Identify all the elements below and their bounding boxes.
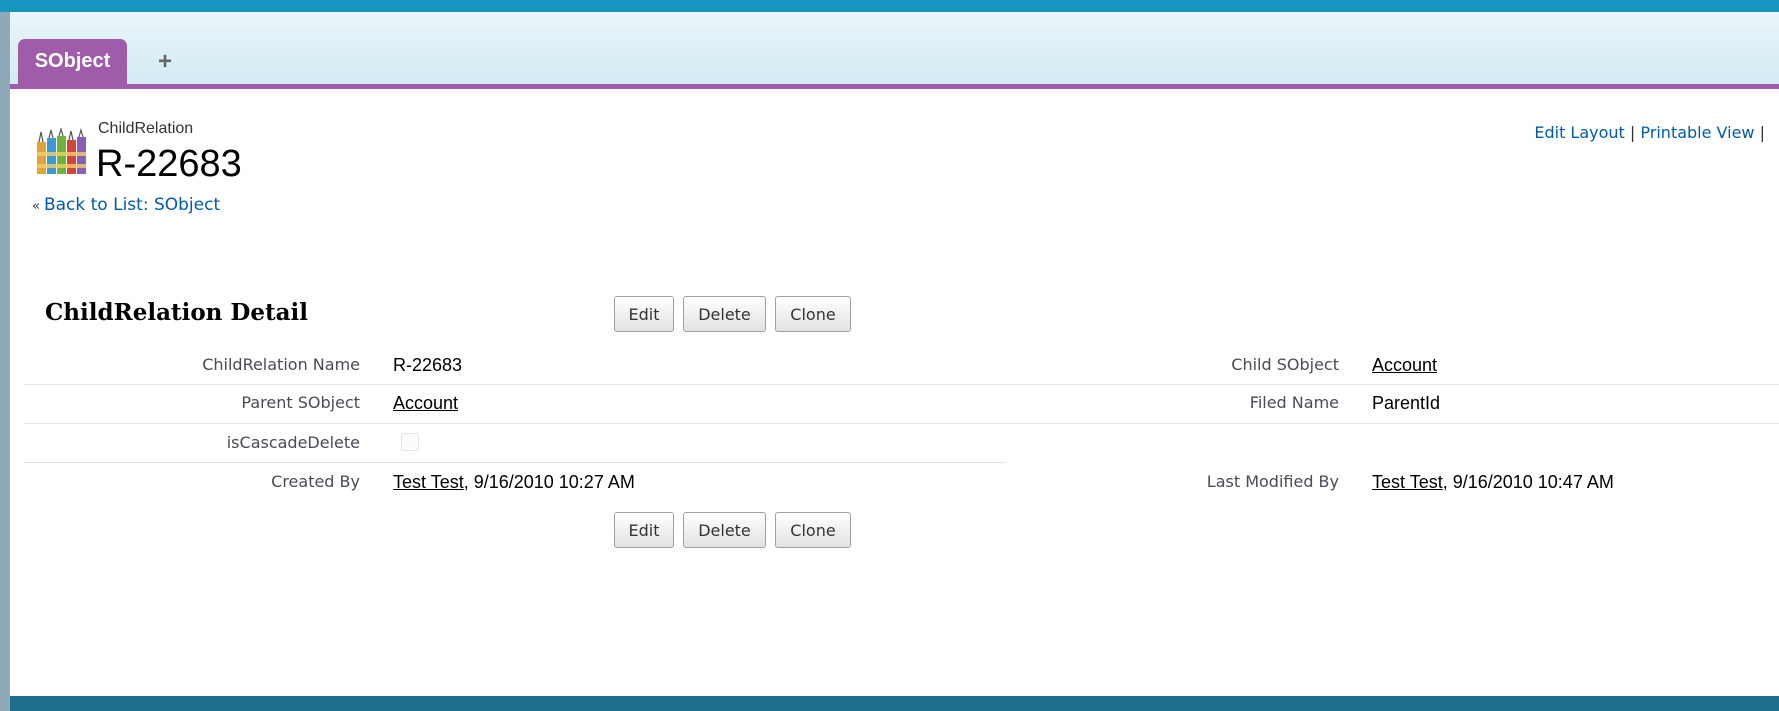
link-separator: | bbox=[1629, 123, 1636, 142]
edit-button[interactable]: Edit bbox=[614, 296, 674, 332]
parent-sobject-label: Parent SObject bbox=[241, 393, 360, 412]
back-to-list: « Back to List: SObject bbox=[32, 195, 220, 215]
tab-sobject[interactable]: SObject bbox=[18, 39, 127, 84]
edit-layout-link[interactable]: Edit Layout bbox=[1534, 123, 1624, 142]
created-by-label: Created By bbox=[271, 472, 360, 491]
delete-button[interactable]: Delete bbox=[683, 512, 766, 548]
printable-view-link[interactable]: Printable View bbox=[1640, 123, 1754, 142]
filed-name-value: ParentId bbox=[1372, 393, 1441, 413]
row-divider bbox=[24, 423, 1779, 424]
iscascadedelete-label: isCascadeDelete bbox=[226, 433, 360, 452]
edit-button[interactable]: Edit bbox=[614, 512, 674, 548]
last-modified-by-label: Last Modified By bbox=[1206, 472, 1339, 491]
back-to-list-link[interactable]: Back to List: SObject bbox=[44, 195, 220, 215]
childrelation-name-value: R-22683 bbox=[393, 355, 463, 375]
row-divider bbox=[24, 384, 1779, 385]
created-by-user-link[interactable]: Test Test bbox=[393, 472, 464, 492]
bottom-bar bbox=[10, 696, 1779, 711]
record-title: R-22683 bbox=[96, 143, 242, 185]
last-modified-by-user-link[interactable]: Test Test bbox=[1372, 472, 1443, 492]
link-separator: | bbox=[1759, 123, 1765, 142]
row-divider bbox=[24, 462, 1005, 463]
clone-button[interactable]: Clone bbox=[775, 296, 851, 332]
last-modified-by-date: , 9/16/2010 10:47 AM bbox=[1442, 472, 1614, 492]
parent-sobject-value: Account bbox=[393, 393, 458, 414]
last-modified-by-value: Test Test, 9/16/2010 10:47 AM bbox=[1372, 472, 1614, 493]
childrelation-object-icon bbox=[37, 128, 86, 174]
delete-button[interactable]: Delete bbox=[683, 296, 766, 332]
section-title: ChildRelation Detail bbox=[45, 299, 308, 326]
header-links: Edit Layout | Printable View | bbox=[1534, 123, 1765, 142]
clone-button[interactable]: Clone bbox=[775, 512, 851, 548]
iscascadedelete-checkbox bbox=[401, 433, 419, 451]
child-sobject-value: Account bbox=[1372, 355, 1437, 376]
filed-name-label: Filed Name bbox=[1249, 393, 1339, 412]
childrelation-name-label: ChildRelation Name bbox=[202, 355, 360, 374]
back-chevron-icon: « bbox=[32, 199, 40, 214]
child-sobject-link[interactable]: Account bbox=[1372, 355, 1437, 375]
child-sobject-label: Child SObject bbox=[1231, 355, 1339, 374]
parent-sobject-link[interactable]: Account bbox=[393, 393, 458, 413]
tab-bar: SObject + bbox=[10, 12, 1779, 89]
created-by-date: , 9/16/2010 10:27 AM bbox=[463, 472, 635, 492]
object-type-label: ChildRelation bbox=[98, 120, 194, 137]
created-by-value: Test Test, 9/16/2010 10:27 AM bbox=[393, 472, 635, 493]
add-tab-icon[interactable]: + bbox=[155, 50, 175, 74]
top-strip bbox=[0, 0, 1779, 12]
